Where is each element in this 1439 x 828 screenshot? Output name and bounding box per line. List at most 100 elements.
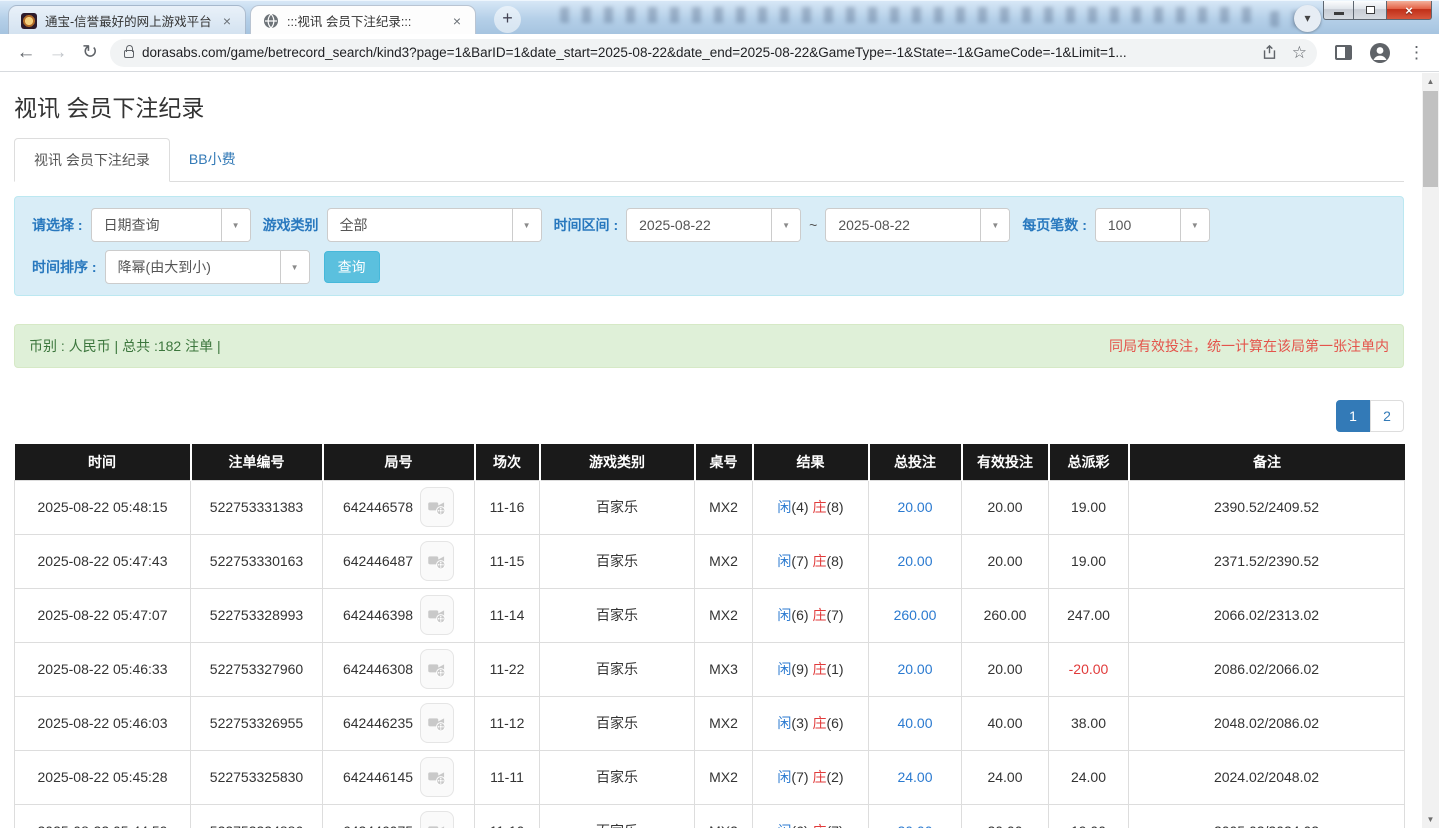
scrollbar-thumb[interactable] xyxy=(1423,91,1438,187)
background-window-artifact xyxy=(560,7,1260,23)
chevron-down-icon[interactable]: ▼ xyxy=(771,209,800,241)
new-tab-button[interactable]: + xyxy=(494,6,521,33)
tab-bb-tip[interactable]: BB小费 xyxy=(170,138,255,181)
cell-valid-bet: 40.00 xyxy=(962,696,1049,750)
side-panel-icon[interactable] xyxy=(1335,45,1352,60)
cell-note: 2086.02/2066.02 xyxy=(1129,642,1405,696)
cell-total-bet[interactable]: 20.00 xyxy=(869,642,962,696)
table-row: 2025-08-22 05:47:43 522753330163 6424464… xyxy=(15,534,1405,588)
tongbao-favicon-icon xyxy=(21,13,37,29)
cell-time: 2025-08-22 05:46:33 xyxy=(15,642,191,696)
result-player-score: (7) xyxy=(791,553,808,569)
sort-select[interactable]: 降幂(由大到小) ▼ xyxy=(105,250,310,284)
per-page-select[interactable]: 100 ▼ xyxy=(1095,208,1210,242)
cell-session: 11-11 xyxy=(475,750,540,804)
back-icon[interactable]: ← xyxy=(10,42,42,64)
window-minimize-button[interactable] xyxy=(1323,1,1354,20)
bookmark-star-icon[interactable]: ☆ xyxy=(1292,43,1307,63)
column-header: 总投注 xyxy=(869,444,962,480)
cell-bet-id: 522753326955 xyxy=(191,696,323,750)
cell-valid-bet: 260.00 xyxy=(962,588,1049,642)
browser-menu-icon[interactable]: ⋮ xyxy=(1408,43,1425,63)
column-header: 场次 xyxy=(475,444,540,480)
game-type-value: 全部 xyxy=(328,215,512,235)
tab-betrecord[interactable]: 视讯 会员下注纪录 xyxy=(14,138,170,182)
cell-total-bet[interactable]: 20.00 xyxy=(869,534,962,588)
chevron-down-icon[interactable]: ▼ xyxy=(280,251,309,283)
column-header: 有效投注 xyxy=(962,444,1049,480)
table-row: 2025-08-22 05:47:07 522753328993 6424463… xyxy=(15,588,1405,642)
cell-round: 642446235 xyxy=(323,696,475,750)
cell-total-bet[interactable]: 20.00 xyxy=(869,804,962,828)
date-end-select[interactable]: 2025-08-22 ▼ xyxy=(825,208,1010,242)
video-replay-button[interactable] xyxy=(420,595,454,635)
pagination: 1 2 xyxy=(14,400,1404,432)
cell-game-type: 百家乐 xyxy=(540,588,695,642)
video-replay-button[interactable] xyxy=(420,487,454,527)
chevron-down-icon[interactable]: ▼ xyxy=(221,209,250,241)
cell-result: 闲(7) 庄(8) xyxy=(753,534,869,588)
date-start-select[interactable]: 2025-08-22 ▼ xyxy=(626,208,801,242)
cell-total-bet[interactable]: 24.00 xyxy=(869,750,962,804)
cell-note: 2024.02/2048.02 xyxy=(1129,750,1405,804)
bet-table-body: 2025-08-22 05:48:15 522753331383 6424465… xyxy=(15,480,1405,828)
cell-total-bet[interactable]: 20.00 xyxy=(869,480,962,534)
cell-valid-bet: 20.00 xyxy=(962,642,1049,696)
chevron-down-icon[interactable]: ▼ xyxy=(512,209,541,241)
page-button-1[interactable]: 1 xyxy=(1336,400,1370,432)
video-replay-button[interactable] xyxy=(420,541,454,581)
round-number: 642446235 xyxy=(343,715,413,731)
round-number: 642446398 xyxy=(343,607,413,623)
tab-close-icon[interactable]: × xyxy=(449,13,465,29)
address-bar[interactable]: dorasabs.com/game/betrecord_search/kind3… xyxy=(110,39,1317,67)
search-button[interactable]: 查询 xyxy=(324,251,380,283)
page-button-2[interactable]: 2 xyxy=(1370,400,1404,432)
cell-table-number: MX2 xyxy=(695,696,753,750)
cell-session: 11-10 xyxy=(475,804,540,828)
cell-total-bet[interactable]: 40.00 xyxy=(869,696,962,750)
chevron-down-icon[interactable]: ▼ xyxy=(1180,209,1209,241)
video-film-icon xyxy=(427,605,447,625)
cell-result: 闲(7) 庄(2) xyxy=(753,750,869,804)
scroll-down-arrow-icon[interactable]: ▼ xyxy=(1422,811,1439,828)
result-banker-char: 庄 xyxy=(812,499,826,515)
share-icon[interactable] xyxy=(1261,44,1278,61)
result-banker-score: (8) xyxy=(826,553,843,569)
cell-round: 642446308 xyxy=(323,642,475,696)
cell-payout: 247.00 xyxy=(1049,588,1129,642)
cell-table-number: MX2 xyxy=(695,480,753,534)
video-replay-button[interactable] xyxy=(420,703,454,743)
query-type-select[interactable]: 日期查询 ▼ xyxy=(91,208,251,242)
browser-tab-tongbao[interactable]: 通宝-信誉最好的网上游戏平台 × xyxy=(8,5,246,34)
round-number: 642446075 xyxy=(343,823,413,828)
video-replay-button[interactable] xyxy=(420,649,454,689)
cell-total-bet[interactable]: 260.00 xyxy=(869,588,962,642)
sort-value: 降幂(由大到小) xyxy=(106,257,280,277)
video-film-icon xyxy=(427,497,447,517)
round-number: 642446487 xyxy=(343,553,413,569)
page-scrollbar[interactable]: ▲ ▼ xyxy=(1422,73,1439,828)
forward-icon[interactable]: → xyxy=(42,42,74,64)
video-replay-button[interactable] xyxy=(420,811,454,828)
per-page-value: 100 xyxy=(1096,217,1180,233)
scroll-up-arrow-icon[interactable]: ▲ xyxy=(1422,73,1439,90)
cell-session: 11-22 xyxy=(475,642,540,696)
browser-tab-betrecord[interactable]: :::视讯 会员下注纪录::: × xyxy=(250,5,476,34)
url-text[interactable]: dorasabs.com/game/betrecord_search/kind3… xyxy=(142,45,1251,60)
tab-search-chevron-icon[interactable]: ▾ xyxy=(1294,5,1321,32)
game-type-label: 游戏类别 xyxy=(263,215,319,235)
result-banker-score: (8) xyxy=(826,499,843,515)
reload-icon[interactable]: ↻ xyxy=(74,41,106,64)
video-replay-button[interactable] xyxy=(420,757,454,797)
tab-close-icon[interactable]: × xyxy=(219,13,235,29)
chevron-down-icon[interactable]: ▼ xyxy=(980,209,1009,241)
profile-avatar-icon[interactable] xyxy=(1368,41,1392,65)
result-banker-char: 庄 xyxy=(812,553,826,569)
window-restore-button[interactable] xyxy=(1354,1,1387,20)
table-row: 2025-08-22 05:44:59 522753324886 6424460… xyxy=(15,804,1405,828)
game-type-select[interactable]: 全部 ▼ xyxy=(327,208,542,242)
window-close-button[interactable]: × xyxy=(1387,1,1432,20)
table-row: 2025-08-22 05:48:15 522753331383 6424465… xyxy=(15,480,1405,534)
cell-bet-id: 522753327960 xyxy=(191,642,323,696)
cell-result: 闲(9) 庄(1) xyxy=(753,642,869,696)
